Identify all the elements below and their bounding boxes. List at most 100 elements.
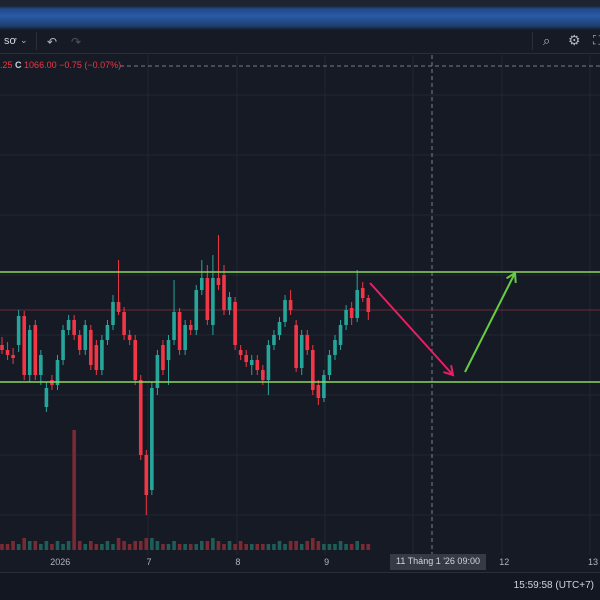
volume-bar	[100, 544, 104, 550]
candle-down	[138, 380, 143, 455]
candle-up	[150, 388, 154, 490]
price-chart[interactable]	[0, 55, 600, 555]
undo-icon[interactable]: ↶	[47, 35, 57, 49]
x-axis-label: 9	[324, 557, 330, 567]
ohlc-legend: .25 C 1066.00 −0.75 (−0.07%)	[0, 60, 121, 70]
volume-bar	[39, 544, 43, 550]
candle-down	[22, 316, 26, 375]
candle-up	[355, 290, 359, 318]
x-axis-label: 7	[146, 557, 152, 567]
volume-bar	[183, 544, 187, 550]
candle-up	[249, 360, 254, 365]
clock: 15:59:58 (UTC+7)	[513, 580, 594, 591]
volume-bar	[288, 541, 293, 550]
candle-down	[116, 302, 121, 312]
volume-bar	[44, 541, 49, 550]
volume-bar	[316, 541, 321, 550]
volume-bar	[211, 538, 215, 550]
volume-bar	[127, 544, 132, 550]
redo-icon[interactable]: ↷	[71, 35, 81, 49]
fullscreen-icon[interactable]: ⛶	[593, 33, 600, 48]
candle-up	[66, 320, 71, 330]
volume-bar	[55, 541, 60, 550]
candle-down	[244, 355, 248, 362]
candle-up	[283, 300, 287, 322]
down-arrow	[369, 282, 454, 376]
legend-close-label: C	[15, 60, 22, 70]
volume-bar	[272, 544, 276, 550]
candle-up	[172, 312, 176, 340]
candle-down	[316, 385, 321, 398]
divider	[532, 32, 533, 50]
candle-up	[227, 297, 232, 310]
volume-bar	[155, 541, 160, 550]
candle-down	[188, 325, 193, 330]
candle-down	[161, 345, 165, 370]
volume-bar	[111, 544, 115, 550]
candle-up	[277, 322, 282, 335]
status-bar: 15:59:58 (UTC+7)	[0, 572, 600, 600]
volume-bar	[11, 541, 15, 550]
volume-bar	[89, 541, 93, 550]
volume-bar	[322, 544, 326, 550]
candle-down	[77, 335, 82, 350]
volume-bar	[50, 544, 54, 550]
volume-bar	[349, 544, 354, 550]
window-title-band	[0, 0, 600, 30]
volume-bar	[294, 541, 298, 550]
legend-change: −0.75 (−0.07%)	[59, 60, 122, 70]
candle-down	[261, 370, 265, 380]
zoom-search-icon[interactable]: ⌕	[543, 33, 550, 49]
volume-bar	[233, 544, 237, 550]
volume-bar	[5, 544, 10, 550]
candle-up	[105, 325, 110, 340]
volume-bar	[27, 541, 32, 550]
volume-bar	[161, 544, 165, 550]
candle-down	[33, 325, 38, 375]
candle-down	[89, 330, 93, 365]
chevron-down-icon[interactable]: ⌄	[20, 35, 28, 46]
candle-up	[100, 340, 104, 370]
candle-down	[360, 288, 365, 298]
candle-down	[294, 325, 298, 368]
candle-down	[349, 308, 354, 318]
candle-down	[94, 345, 99, 370]
candle-up	[327, 355, 332, 375]
volume-bar	[94, 544, 99, 550]
candle-up	[200, 278, 204, 290]
candle-down	[288, 300, 293, 310]
volume-bar	[216, 541, 221, 550]
volume-bar	[305, 541, 310, 550]
volume-bar	[299, 544, 304, 550]
volume-bar	[144, 538, 149, 550]
x-axis-label: 8	[235, 557, 241, 567]
candle-up	[211, 278, 215, 325]
candle-down	[122, 312, 126, 335]
volume-bar	[205, 541, 210, 550]
candle-up	[16, 316, 21, 345]
volume-bar	[283, 544, 287, 550]
volume-bar	[338, 541, 343, 550]
candle-down	[305, 335, 310, 350]
volume-bar	[277, 541, 282, 550]
candle-down	[0, 345, 4, 350]
candle-down	[216, 278, 221, 285]
candle-up	[55, 360, 60, 385]
volume-bar	[172, 541, 176, 550]
candle-up	[299, 335, 304, 368]
volume-bar	[138, 541, 143, 550]
candle-down	[133, 340, 137, 380]
candle-down	[255, 360, 260, 370]
interval-selector[interactable]: sơ	[4, 35, 17, 47]
volume-bar	[105, 541, 110, 550]
volume-bar	[266, 544, 271, 550]
candle-up	[183, 325, 187, 350]
candle-up	[344, 310, 348, 325]
volume-bar	[116, 538, 121, 550]
gear-icon[interactable]: ⚙	[568, 32, 581, 49]
candle-down	[144, 455, 149, 495]
volume-bar	[255, 544, 260, 550]
volume-bar	[261, 544, 265, 550]
candle-up	[44, 388, 49, 407]
x-axis-label: 2026	[50, 557, 71, 567]
